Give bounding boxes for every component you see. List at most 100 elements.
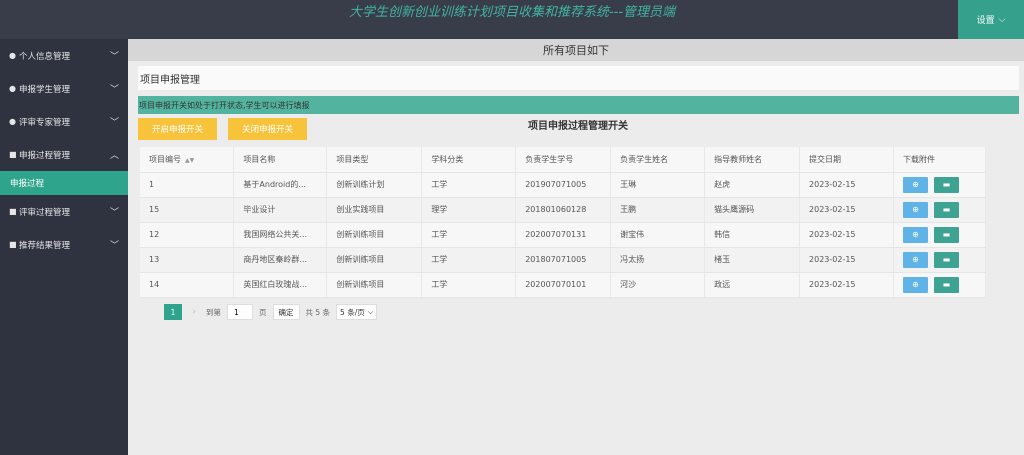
cell-teacher: 韩信 [704, 222, 801, 248]
chevron-down-icon: ⌵ [998, 14, 1006, 25]
cell-actions: ⊕ ▬ [893, 172, 987, 198]
delete-icon[interactable]: ▬ [933, 276, 959, 293]
cell-subject: 工学 [421, 172, 517, 198]
cell-name: 我国网络公共关... [233, 222, 328, 248]
table-row: 14 英国红白玫瑰战... 创新训练项目 工学 202007070101 河沙 … [140, 272, 987, 298]
cell-subject: 理学 [421, 197, 517, 223]
cell-date: 2023-02-15 [799, 222, 894, 248]
cell-name: 基于Android的... [233, 172, 328, 198]
cell-date: 2023-02-15 [799, 172, 894, 198]
page-current[interactable]: 1 [164, 304, 182, 320]
sidebar-item-review-process[interactable]: ■ 评审过程管理 ﹀ [0, 195, 128, 228]
cell-name: 英国红白玫瑰战... [233, 272, 328, 298]
table-row: 13 商丹地区秦岭群... 创新训练项目 工学 201807071005 冯太扬… [140, 247, 987, 273]
cell-student-name: 王鹏 [610, 197, 706, 223]
column-header[interactable]: 项目编号 ▲▼ [140, 147, 235, 173]
cell-actions: ⊕ ▬ [893, 272, 987, 298]
page-header: 所有项目如下 [128, 39, 1024, 61]
delete-icon[interactable]: ▬ [933, 251, 959, 268]
confirm-button[interactable]: 确定 [272, 304, 300, 320]
sidebar-subitem-declaration[interactable]: 申报过程 [0, 171, 128, 195]
sidebar-item-recommend-results[interactable]: ■ 推荐结果管理 ﹀ [0, 228, 128, 261]
delete-icon[interactable]: ▬ [933, 201, 959, 218]
sidebar-item-declaration-process[interactable]: ■ 申报过程管理 ︿ [0, 138, 128, 171]
cell-date: 2023-02-15 [799, 247, 894, 273]
delete-icon[interactable]: ▬ [933, 226, 959, 243]
cell-type: 创新训练计划 [326, 172, 423, 198]
table-row: 1 基于Android的... 创新训练计划 工学 201907071005 王… [140, 172, 987, 198]
close-declaration-button[interactable]: 关闭申报开关 [228, 118, 307, 140]
sidebar-item-personal-info[interactable]: ● 个人信息管理 ﹀ [0, 39, 128, 72]
cell-subject: 工学 [421, 272, 517, 298]
chevron-down-icon: ﹀ [109, 85, 119, 95]
goto-label: 到第 [206, 307, 221, 317]
card-icon: ■ [9, 240, 17, 249]
column-header: 提交日期 [799, 147, 894, 173]
chevron-right-icon[interactable]: › [188, 307, 200, 317]
cell-student-id: 202007070101 [515, 272, 612, 298]
page-unit: 页 [259, 307, 267, 317]
sidebar-item-student-management[interactable]: ● 申报学生管理 ﹀ [0, 72, 128, 105]
sidebar-item-label: 个人信息管理 [19, 51, 71, 62]
column-header: 项目名称 [233, 147, 328, 173]
cell-date: 2023-02-15 [799, 197, 894, 223]
sidebar-item-label: 申报学生管理 [19, 84, 71, 95]
page-size-value: 5 条/页 [340, 307, 365, 317]
cell-teacher: 猫头鹰源码 [704, 197, 801, 223]
cell-teacher: 政远 [704, 272, 801, 298]
sidebar-item-label: 评审专家管理 [19, 117, 71, 128]
download-icon[interactable]: ⊕ [902, 226, 928, 243]
cell-subject: 工学 [421, 222, 517, 248]
column-header: 项目类型 [326, 147, 423, 173]
download-icon[interactable]: ⊕ [902, 251, 928, 268]
top-bar: 大学生创新创业训练计划项目收集和推荐系统---管理员端 设置 ⌵ [0, 0, 1024, 39]
projects-table: 项目编号 ▲▼ 项目名称 项目类型 学科分类 负责学生学号 负责学生姓名 指导教师… [140, 147, 987, 298]
column-header: 下载附件 [893, 147, 987, 173]
page-size-select[interactable]: 5 条/页 ⌵ [336, 304, 378, 320]
table-header-row: 项目编号 ▲▼ 项目名称 项目类型 学科分类 负责学生学号 负责学生姓名 指导教师… [140, 147, 987, 173]
cell-id: 1 [140, 172, 235, 198]
panel-title: 项目申报管理 [138, 66, 1019, 90]
cell-id: 13 [140, 247, 235, 273]
cell-name: 商丹地区秦岭群... [233, 247, 328, 273]
cell-student-name: 王琳 [610, 172, 706, 198]
users-icon: ● [9, 84, 16, 93]
cell-student-id: 201807071005 [515, 247, 612, 273]
column-header: 指导教师姓名 [704, 147, 801, 173]
delete-icon[interactable]: ▬ [933, 176, 959, 193]
download-icon[interactable]: ⊕ [902, 276, 928, 293]
cell-teacher: 楮玉 [704, 247, 801, 273]
cell-type: 创新训练项目 [326, 272, 423, 298]
sidebar: ● 个人信息管理 ﹀ ● 申报学生管理 ﹀ ● 评审专家管理 ﹀ ■ 申报过程管… [0, 39, 128, 455]
sidebar-item-expert-management[interactable]: ● 评审专家管理 ﹀ [0, 105, 128, 138]
cell-student-id: 202007070131 [515, 222, 612, 248]
cell-name: 毕业设计 [233, 197, 328, 223]
chevron-down-icon: ﹀ [109, 52, 119, 62]
chevron-up-icon: ︿ [109, 151, 119, 161]
cell-student-name: 河沙 [610, 272, 706, 298]
column-header: 负责学生姓名 [610, 147, 706, 173]
cell-id: 14 [140, 272, 235, 298]
sort-icon[interactable]: ▲▼ [185, 157, 194, 164]
pagination: 1 › 到第 页 确定 共 5 条 5 条/页 ⌵ [164, 304, 378, 320]
column-header: 负责学生学号 [515, 147, 612, 173]
page-input[interactable] [227, 304, 253, 320]
notice-banner: 项目申报开关如处于打开状态,学生可以进行填报 [138, 96, 1019, 114]
total-count: 共 5 条 [305, 307, 331, 317]
open-declaration-button[interactable]: 开启申报开关 [138, 118, 217, 140]
sidebar-item-label: 推荐结果管理 [19, 240, 71, 251]
settings-label: 设置 [976, 16, 995, 26]
cell-teacher: 赵虎 [704, 172, 801, 198]
card-icon: ■ [9, 207, 17, 216]
chevron-down-icon: ﹀ [109, 241, 119, 251]
cell-type: 创新训练项目 [326, 222, 423, 248]
sidebar-item-label: 申报过程管理 [19, 150, 71, 161]
main-content: 所有项目如下 项目申报管理 项目申报开关如处于打开状态,学生可以进行填报 开启申… [128, 39, 1024, 455]
chevron-down-icon: ﹀ [109, 118, 119, 128]
download-icon[interactable]: ⊕ [902, 201, 928, 218]
cell-type: 创业实践项目 [326, 197, 423, 223]
cell-actions: ⊕ ▬ [893, 247, 987, 273]
cell-subject: 工学 [421, 247, 517, 273]
download-icon[interactable]: ⊕ [902, 176, 928, 193]
settings-menu[interactable]: 设置 ⌵ [958, 0, 1024, 39]
